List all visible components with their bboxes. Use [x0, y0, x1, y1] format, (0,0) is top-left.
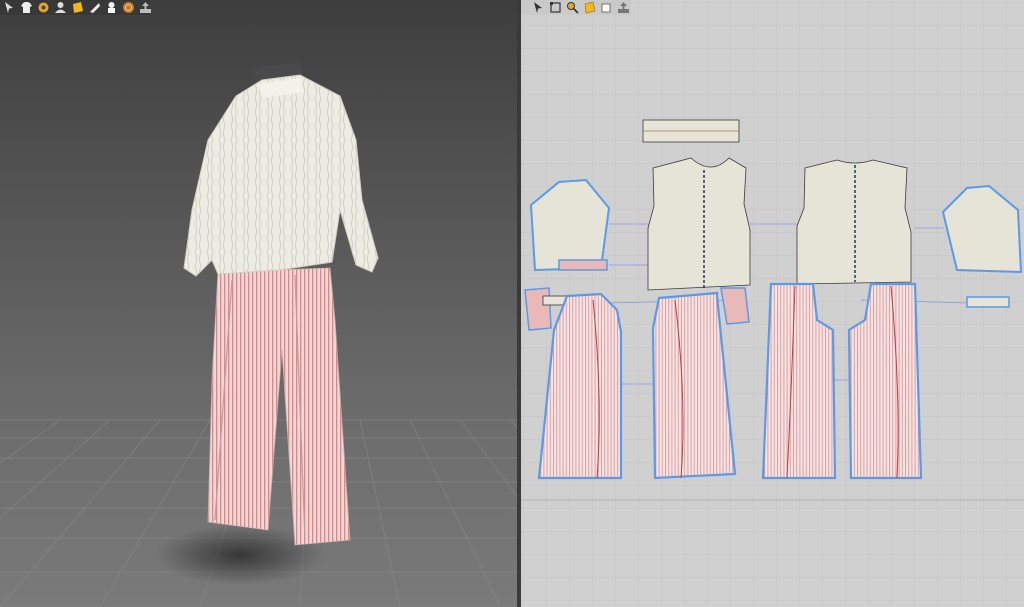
- texture-tool-icon[interactable]: [582, 0, 597, 14]
- avatar-tool-icon[interactable]: [53, 0, 68, 14]
- 2d-toolbar: [529, 0, 631, 16]
- export-icon[interactable]: [138, 0, 153, 14]
- pattern-bodice-front[interactable]: [647, 157, 751, 291]
- edit-point-icon[interactable]: [548, 0, 563, 14]
- 2d-pattern-window[interactable]: [521, 0, 1024, 607]
- pattern-select-icon[interactable]: [599, 0, 614, 14]
- 2d-canvas[interactable]: [521, 0, 1024, 607]
- pattern-pocket-left[interactable]: [524, 287, 552, 331]
- transform-tool-icon[interactable]: [531, 0, 546, 14]
- pattern-collar[interactable]: [642, 119, 740, 143]
- 3d-scene[interactable]: [0, 0, 517, 607]
- select-tool-icon[interactable]: [2, 0, 17, 14]
- zoom-tool-icon[interactable]: [565, 0, 580, 14]
- texture-tool-icon[interactable]: [70, 0, 85, 14]
- pattern-cuff-right[interactable]: [966, 296, 1010, 308]
- shirt-tool-icon[interactable]: [19, 0, 34, 14]
- fold-tool-icon[interactable]: [36, 0, 51, 14]
- pin-tool-icon[interactable]: [87, 0, 102, 14]
- export-icon[interactable]: [616, 0, 631, 14]
- 3d-viewport[interactable]: [0, 0, 517, 607]
- 3d-toolbar-buttons: [0, 0, 153, 16]
- pattern-bodice-back[interactable]: [796, 159, 912, 285]
- avatar-display-icon[interactable]: [104, 0, 119, 14]
- fabric-ball-icon[interactable]: [121, 0, 136, 14]
- pattern-cuff-left[interactable]: [558, 259, 608, 271]
